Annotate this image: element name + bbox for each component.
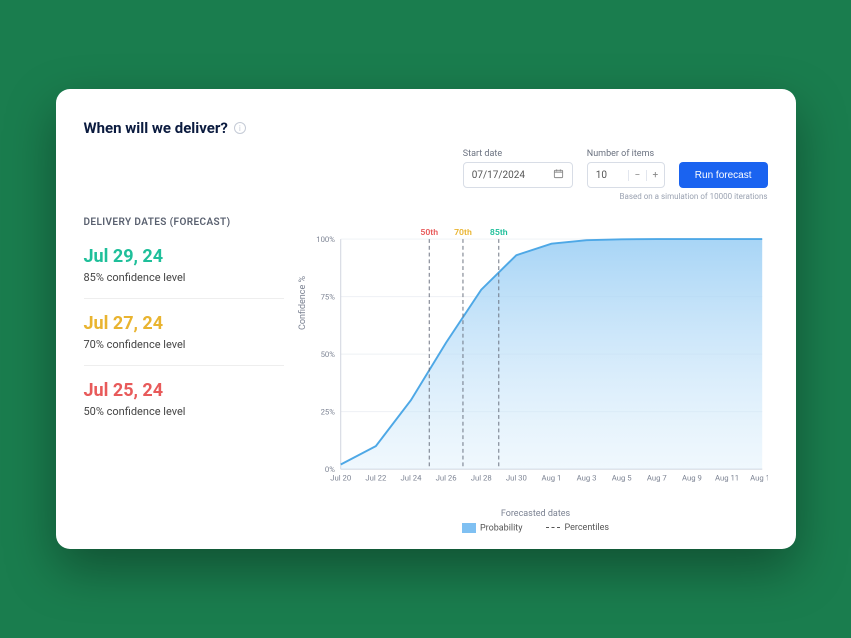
decrement-button[interactable]: − — [628, 170, 646, 181]
svg-text:0%: 0% — [324, 465, 334, 474]
svg-text:50th: 50th — [420, 228, 438, 238]
forecast-confidence: 85% confidence level — [84, 271, 284, 284]
num-items-input[interactable]: 10 − + — [587, 162, 665, 188]
start-date-value: 07/17/2024 — [472, 170, 525, 181]
svg-text:85th: 85th — [489, 228, 507, 238]
probability-swatch-icon — [462, 523, 476, 533]
forecast-confidence: 50% confidence level — [84, 405, 284, 418]
num-items-value: 10 — [588, 170, 628, 181]
svg-text:Aug 9: Aug 9 — [682, 474, 702, 483]
svg-text:Aug 7: Aug 7 — [646, 474, 666, 483]
svg-text:Aug 5: Aug 5 — [611, 474, 631, 483]
svg-text:Jul 28: Jul 28 — [470, 474, 491, 483]
percentiles-dash-icon — [546, 527, 560, 528]
svg-text:Jul 22: Jul 22 — [365, 474, 387, 483]
forecast-panel: DELIVERY DATES (FORECAST) Jul 29, 24 85% … — [84, 207, 284, 533]
forecast-chart: 0% 25% 50% 75% 100% Jul 20 Jul 22 Jul 24 Jul 26 J… — [304, 207, 768, 507]
controls-row: Start date 07/17/2024 Number of items 10… — [84, 149, 768, 188]
svg-text:Aug 3: Aug 3 — [576, 474, 596, 483]
svg-text:Aug 11: Aug 11 — [714, 474, 738, 483]
info-icon[interactable]: i — [234, 122, 246, 134]
increment-button[interactable]: + — [646, 170, 664, 181]
chart-legend: Probability Percentiles — [304, 523, 768, 533]
legend-percentiles: Percentiles — [564, 523, 609, 533]
start-date-label: Start date — [463, 149, 573, 159]
calendar-icon — [553, 168, 564, 182]
svg-text:25%: 25% — [320, 408, 335, 417]
svg-text:Jul 30: Jul 30 — [505, 474, 526, 483]
page-title: When will we deliver? — [84, 119, 228, 137]
simulation-note: Based on a simulation of 10000 iteration… — [84, 192, 768, 201]
forecast-block: Jul 29, 24 85% confidence level — [84, 242, 284, 298]
forecast-card: When will we deliver? i Start date 07/17… — [56, 89, 796, 549]
svg-text:Jul 26: Jul 26 — [435, 474, 456, 483]
forecast-confidence: 70% confidence level — [84, 338, 284, 351]
svg-text:Aug 14: Aug 14 — [750, 474, 768, 483]
run-forecast-button[interactable]: Run forecast — [679, 162, 768, 188]
legend-probability: Probability — [480, 523, 523, 533]
forecast-block: Jul 25, 24 50% confidence level — [84, 365, 284, 432]
svg-text:70th: 70th — [454, 228, 472, 238]
chart-panel: Confidence % 0%25%50%75%100%Jul 20Jul 22… — [304, 207, 768, 533]
forecast-date: Jul 27, 24 — [84, 313, 284, 334]
svg-text:100%: 100% — [316, 235, 335, 244]
x-axis-label: Forecasted dates — [304, 509, 768, 519]
forecast-date: Jul 25, 24 — [84, 380, 284, 401]
svg-text:50%: 50% — [320, 350, 335, 359]
svg-text:Aug 1: Aug 1 — [541, 474, 561, 483]
svg-text:75%: 75% — [320, 292, 335, 301]
forecast-date: Jul 29, 24 — [84, 246, 284, 267]
num-items-label: Number of items — [587, 149, 665, 159]
svg-text:Jul 20: Jul 20 — [330, 474, 351, 483]
forecast-heading: DELIVERY DATES (FORECAST) — [84, 217, 284, 228]
start-date-input[interactable]: 07/17/2024 — [463, 162, 573, 188]
forecast-block: Jul 27, 24 70% confidence level — [84, 298, 284, 365]
svg-text:Jul 24: Jul 24 — [400, 474, 422, 483]
y-axis-label: Confidence % — [298, 276, 308, 330]
